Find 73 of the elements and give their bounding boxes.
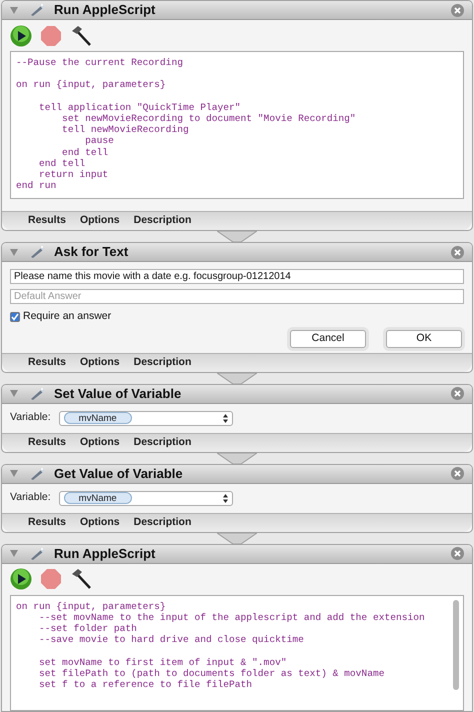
stepper-arrows-icon (222, 414, 228, 423)
wand-icon (30, 466, 46, 481)
disclosure-triangle-icon[interactable] (10, 390, 18, 398)
tab[interactable]: Results (28, 213, 66, 229)
hammer-icon[interactable] (70, 24, 94, 46)
code-line: return input (38, 168, 110, 180)
tab[interactable]: Options (80, 514, 120, 531)
prompt-field[interactable]: Please name this movie with a date e.g. focusgroup-01212014 (10, 269, 464, 284)
wand-icon (30, 3, 46, 17)
checkbox[interactable] (10, 312, 20, 322)
close-icon[interactable] (451, 4, 464, 16)
tab[interactable]: Results (28, 354, 66, 371)
code-line: end tell (38, 158, 86, 169)
action-title: Run AppleScript (54, 1, 156, 20)
tab[interactable]: Options (80, 434, 120, 451)
action-title: Run AppleScript (54, 545, 156, 563)
checkbox-label: Require an answer (23, 309, 112, 324)
variable-popup[interactable]: mvName (58, 410, 233, 426)
code-line: set filePath to (path to documents folder as text) & movName (38, 668, 386, 680)
scrollbar-thumb[interactable] (453, 600, 459, 690)
dialog-button[interactable]: OK (386, 330, 462, 348)
stop-button[interactable] (40, 24, 62, 46)
code-line: set newMovieRecording to document "Movie Recording" (61, 112, 357, 124)
action-title: Get Value of Variable (54, 465, 183, 483)
code-line: on run {input, parameters} (16, 600, 167, 612)
action-title: Ask for Text (54, 243, 128, 262)
code-line: tell application "QuickTime Player" (38, 102, 242, 113)
field-label: Variable: (10, 490, 51, 506)
tab[interactable]: Results (28, 434, 66, 451)
close-icon[interactable] (451, 246, 464, 258)
close-icon[interactable] (451, 467, 464, 480)
close-icon[interactable] (451, 547, 464, 560)
script-editor[interactable] (10, 594, 464, 711)
code-line: --set folder path (38, 623, 138, 634)
run-button[interactable] (10, 568, 32, 590)
disclosure-triangle-icon[interactable] (10, 470, 18, 478)
disclosure-triangle-icon[interactable] (10, 248, 18, 256)
wand-icon (30, 546, 46, 561)
wand-icon (30, 386, 46, 401)
tab[interactable]: Description (134, 514, 192, 531)
stepper-arrows-icon (222, 494, 228, 503)
stop-button[interactable] (40, 568, 62, 590)
code-line: --set movName to the input of the applescript and add the extension (38, 612, 426, 624)
code-line: --save movie to hard drive and close quicktime (38, 634, 305, 646)
code-line: end tell (61, 146, 110, 158)
tab[interactable]: Description (134, 354, 192, 371)
checkmark-icon (11, 312, 19, 321)
variable-token[interactable]: mvName (64, 412, 132, 424)
wand-icon (30, 245, 46, 259)
code-line: end run (16, 180, 58, 192)
code-line: pause (84, 135, 115, 146)
hammer-icon[interactable] (70, 568, 94, 590)
close-icon[interactable] (451, 387, 464, 400)
answer-field[interactable]: Default Answer (10, 289, 464, 304)
disclosure-triangle-icon[interactable] (10, 550, 18, 558)
disclosure-triangle-icon[interactable] (10, 6, 18, 14)
code-line: set f to a reference to file filePath (38, 679, 254, 690)
dialog-button[interactable]: Cancel (290, 330, 366, 348)
tab[interactable]: Results (28, 514, 66, 531)
tab[interactable]: Options (80, 213, 120, 229)
action-title: Set Value of Variable (54, 385, 182, 403)
script-editor[interactable] (10, 51, 464, 199)
run-button[interactable] (10, 24, 32, 46)
tab[interactable]: Description (134, 213, 192, 229)
variable-token[interactable]: mvName (64, 492, 132, 504)
code-line: --Pause the current Recording (16, 57, 184, 68)
code-line: tell newMovieRecording (61, 124, 190, 136)
code-line: on run {input, parameters} (16, 79, 167, 91)
field-label: Variable: (10, 410, 51, 426)
variable-popup[interactable]: mvName (58, 490, 233, 506)
code-line: set movName to first item of input & ".mov" (38, 656, 288, 668)
tab[interactable]: Description (134, 434, 192, 451)
tab[interactable]: Options (80, 354, 120, 371)
